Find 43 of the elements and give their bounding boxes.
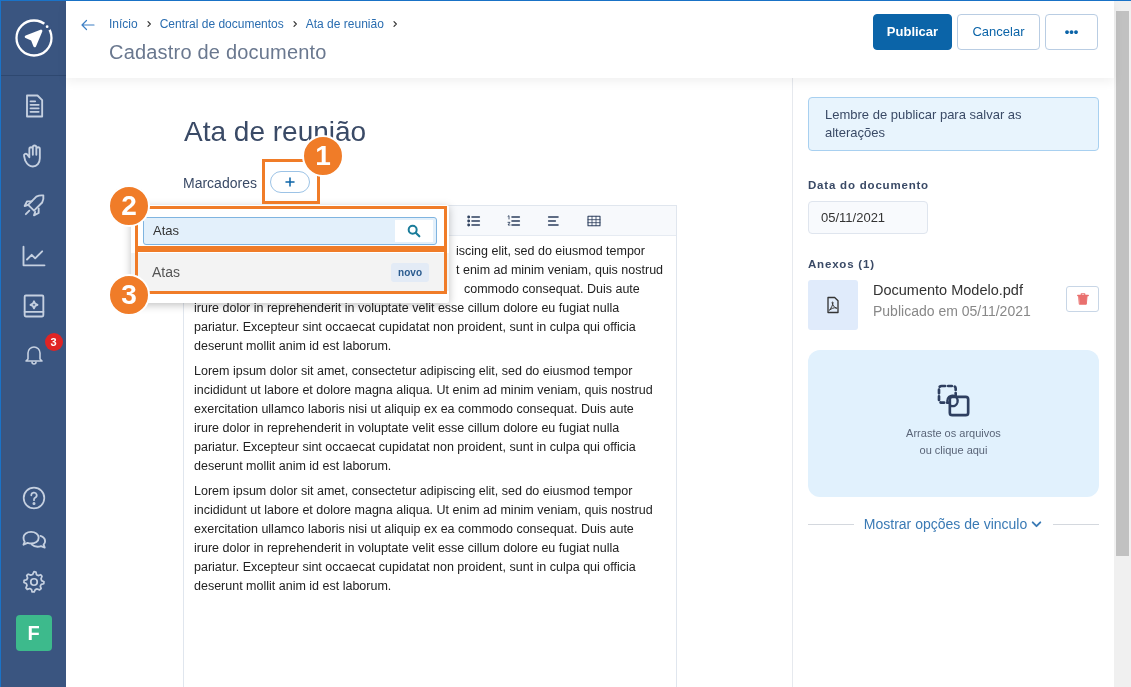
notice-banner: Lembre de publicar para salvar as alterações xyxy=(808,97,1099,151)
section-label: Anexos (1) xyxy=(808,257,876,273)
numbered-list-icon[interactable] xyxy=(506,212,522,229)
editor-text: t enim ad minim veniam, quis nostrud xyxy=(456,263,664,277)
trash-icon[interactable] xyxy=(1075,291,1090,306)
chevron-icon[interactable] xyxy=(290,20,299,28)
breadcrumb-link[interactable]: Início xyxy=(109,15,138,33)
file-meta: Publicado em 05/11/2021 xyxy=(873,301,1031,321)
scrollbar-thumb[interactable] xyxy=(1116,11,1129,556)
plus-icon[interactable] xyxy=(284,176,296,188)
search-icon[interactable] xyxy=(406,223,422,239)
step-number: 3 xyxy=(108,274,150,316)
drop-zone-text: Arraste os arquivos xyxy=(906,426,1001,441)
field-label: Data do documento xyxy=(808,178,930,193)
notification-badge: 3 xyxy=(44,333,63,351)
page-title: Cadastro de documento xyxy=(109,40,328,65)
add-tag-button[interactable] xyxy=(270,171,310,193)
delete-button[interactable] xyxy=(1066,285,1099,312)
drop-zone[interactable]: Arraste os arquivos ou clique aqui xyxy=(808,349,1099,497)
editor-paragraph: Lorem ipsum dolor sit amet, consectetur adipiscing elit, sed do eiusmod tempor incididunt ut labore et dolore magna aliqua. Ut enim ad minim veniam, quis nostrud exercitation ullamco laboris nisi ut aliquip ex ea commodo consequat. Duis aute irure dolor in reprehenderit in voluptate velit esse cillum dolore eu fugiat nulla pariatur. Excepteur sint occaecat cupidatat non proident, sunt in culpa qui officia deserunt mollit anim id est laborum. xyxy=(194,483,654,595)
new-badge: novo xyxy=(391,262,429,282)
tag-option-label: Atas xyxy=(152,262,180,282)
cancel-button[interactable]: Cancelar xyxy=(957,14,1040,50)
breadcrumb-link[interactable]: Central de documentos xyxy=(159,15,284,33)
date-field[interactable]: 05/11/2021 xyxy=(808,201,928,235)
file-name: Documento Modelo.pdf xyxy=(873,280,1024,300)
chevron-icon[interactable] xyxy=(390,20,399,28)
step-number: 2 xyxy=(108,185,150,227)
editor-paragraph: irure dolor in reprehenderit in voluptate velit esse cillum dolore eu fugiat nulla pariatur. Excepteur sint occaecat cupidatat non proident, sunt in culpa qui officia deserunt mollit anim id est laborum. xyxy=(194,300,637,355)
help-icon[interactable] xyxy=(20,485,47,511)
editor-paragraph: Lorem ipsum dolor sit amet, consectetur adipiscing elit, sed do eiusmod tempor incididunt ut labore et dolore magna aliqua. Ut enim ad minim veniam, quis nostrud exercitation ullamco laboris nisi ut aliquip ex ea commodo consequat. Duis aute irure dolor in reprehenderit in voluptate velit esse cillum dolore eu fugiat nulla pariatur. Excepteur sint occaecat cupidatat non proident, sunt in culpa qui officia deserunt mollit anim id est laborum. xyxy=(194,363,654,475)
tags-label: Marcadores xyxy=(183,174,257,193)
show-options-link[interactable]: Mostrar opções de vinculo xyxy=(863,513,1044,535)
publish-button[interactable]: Publicar xyxy=(873,14,952,50)
drop-zone-text: ou clique aqui xyxy=(919,443,988,458)
more-button[interactable]: ••• xyxy=(1045,14,1098,50)
breadcrumb-link[interactable]: Ata de reunião xyxy=(305,15,384,33)
search-field[interactable]: Atas xyxy=(143,217,437,245)
settings-icon[interactable] xyxy=(20,569,47,595)
editor-text: commodo consequat. Duis aute xyxy=(464,282,640,296)
logo-icon[interactable] xyxy=(12,17,55,59)
chevron-icon[interactable] xyxy=(144,20,153,28)
editor-text: iscing elit, sed do eiusmod tempor xyxy=(456,244,645,258)
